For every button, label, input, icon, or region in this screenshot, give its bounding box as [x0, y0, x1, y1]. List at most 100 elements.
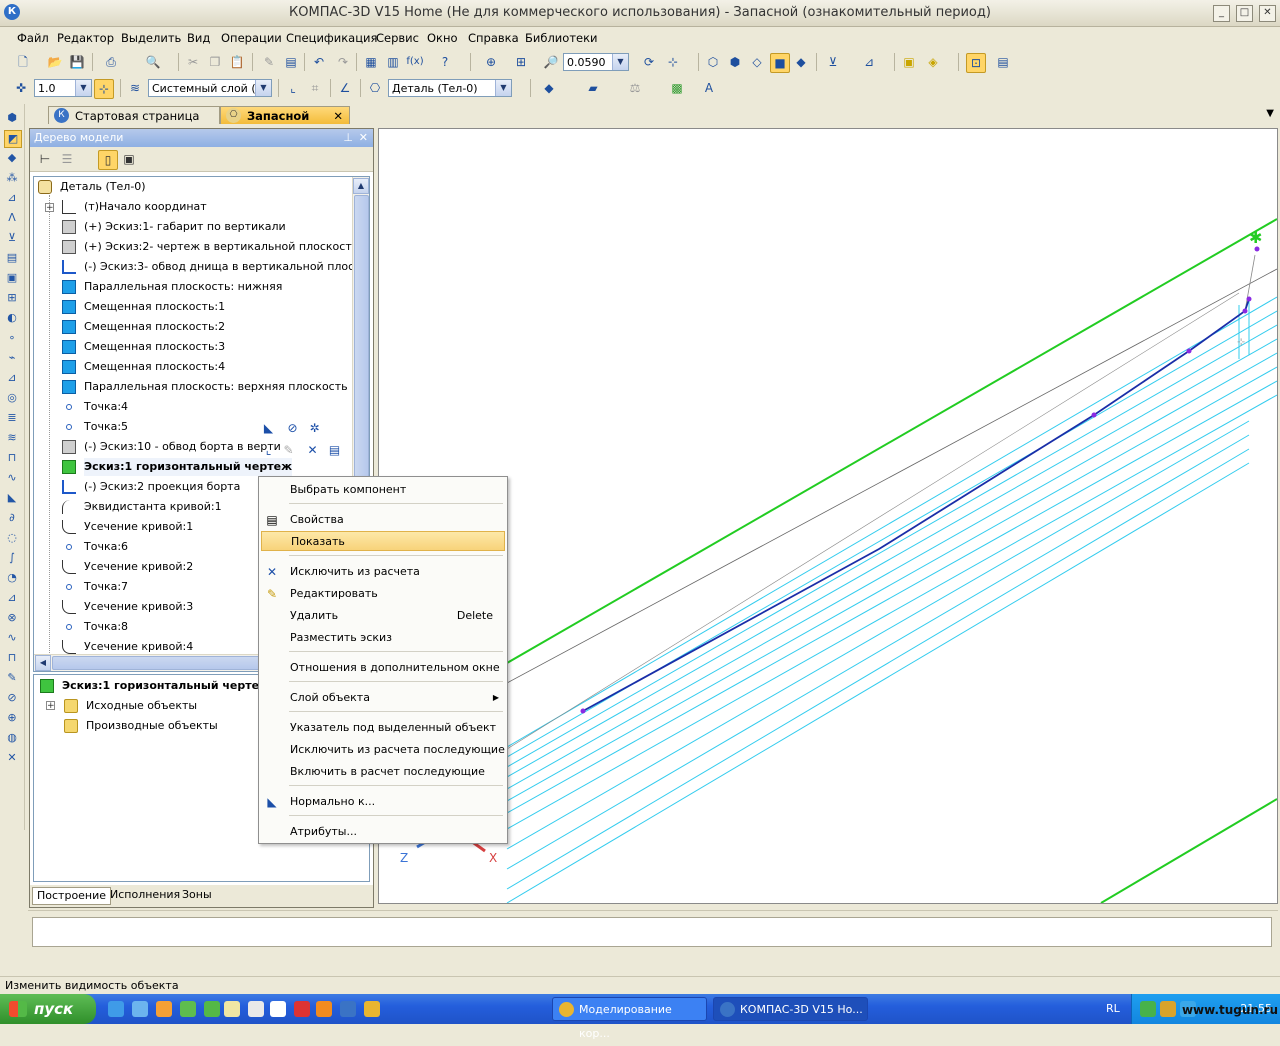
blender-icon[interactable]: [316, 1001, 332, 1017]
menu-operations[interactable]: Операции: [221, 31, 282, 45]
zoom-fit-icon[interactable]: ⊞: [512, 53, 530, 71]
menu-item-exclude[interactable]: ✕ Исключить из расчета: [261, 562, 505, 582]
thin-lines-icon[interactable]: ◇: [748, 53, 766, 71]
compact-tool-7-icon[interactable]: ⊻: [4, 230, 20, 246]
mcx-icon[interactable]: ▩: [668, 79, 686, 97]
window-icon[interactable]: [248, 1001, 264, 1017]
color-icon[interactable]: ◆: [540, 79, 558, 97]
shaded-edges-icon[interactable]: ◆: [792, 53, 810, 71]
chevron-down-icon[interactable]: ▼: [75, 80, 91, 96]
save-icon[interactable]: 💾: [68, 53, 86, 71]
tab-zapasnoy[interactable]: ⎔ Запасной ✕: [220, 106, 350, 124]
tab-construction[interactable]: Построение: [32, 887, 112, 905]
compact-tool-22-icon[interactable]: ◌: [4, 530, 20, 546]
tree-item[interactable]: Смещенная плоскость:3: [62, 338, 352, 356]
edit-sketch-icon[interactable]: ⌞: [260, 442, 277, 459]
part-icon[interactable]: ⎔: [366, 79, 384, 97]
menu-item-properties[interactable]: ▤ Свойства: [261, 510, 505, 530]
compact-tool-10-icon[interactable]: ⊞: [4, 290, 20, 306]
compact-tool-9-icon[interactable]: ▣: [4, 270, 20, 286]
compact-tool-20-icon[interactable]: ◣: [4, 490, 20, 506]
tree-window-icon[interactable]: ▣: [120, 150, 138, 168]
section-icon[interactable]: ⊿: [860, 53, 878, 71]
tabs-menu-icon[interactable]: ▼: [1266, 108, 1274, 119]
cube-view-icon[interactable]: ◈: [924, 53, 942, 71]
open-folder-icon[interactable]: 📂: [46, 53, 64, 71]
tray-icon[interactable]: [1160, 1001, 1176, 1017]
task-kompas-window[interactable]: КОМПАС-3D V15 Ho...: [713, 997, 868, 1021]
wireframe-icon[interactable]: ⬡: [704, 53, 722, 71]
compact-tool-3-icon[interactable]: ◆: [4, 150, 20, 166]
compact-tool-26-icon[interactable]: ⊗: [4, 610, 20, 626]
snap-icon[interactable]: ✜: [12, 79, 30, 97]
tray-icon[interactable]: [1140, 1001, 1156, 1017]
tab-zones[interactable]: Зоны: [178, 887, 216, 903]
tree-view-mode-icon[interactable]: ▯: [98, 150, 118, 170]
media-icon[interactable]: [270, 1001, 286, 1017]
start-button[interactable]: пуск: [0, 994, 96, 1024]
properties-area[interactable]: [32, 917, 1272, 947]
compact-tool-12-icon[interactable]: ∘: [4, 330, 20, 346]
compact-tool-14-icon[interactable]: ⊿: [4, 370, 20, 386]
tree-item[interactable]: (+) Эскиз:2- чертеж в вертикальной плоск…: [62, 238, 359, 256]
compact-tool-16-icon[interactable]: ≣: [4, 410, 20, 426]
line-scale-combo[interactable]: 1.0 ▼: [34, 79, 92, 97]
tree-list-icon[interactable]: ☰: [58, 150, 76, 168]
compact-tool-13-icon[interactable]: ⌁: [4, 350, 20, 366]
compact-tool-2-icon[interactable]: ◩: [4, 130, 22, 148]
compact-tool-19-icon[interactable]: ∿: [4, 470, 20, 486]
orientation-icon[interactable]: ⊹: [664, 53, 682, 71]
zoom-combo[interactable]: 0.0590 ▼: [563, 53, 629, 71]
compact-tool-18-icon[interactable]: ⊓: [4, 450, 20, 466]
expand-icon[interactable]: +: [45, 203, 54, 213]
copy-icon[interactable]: ❐: [206, 53, 224, 71]
tab-start-page[interactable]: К Стартовая страница: [48, 106, 220, 124]
exclude-icon[interactable]: ✕: [304, 442, 321, 459]
measure-icon[interactable]: ∠: [336, 79, 354, 97]
kompas-icon[interactable]: [340, 1001, 356, 1017]
grid-snap-icon[interactable]: ⊹: [94, 79, 114, 99]
help-pointer-icon[interactable]: ?: [436, 53, 454, 71]
tree-item[interactable]: Параллельная плоскость: верхняя плоскост…: [62, 378, 352, 396]
layers-icon[interactable]: ≋: [126, 79, 144, 97]
menu-item-relations[interactable]: Отношения в дополнительном окне: [261, 658, 505, 678]
tab-executions[interactable]: Исполнения: [106, 887, 184, 903]
menu-item-delete[interactable]: Удалить Delete: [261, 606, 505, 626]
tree-item[interactable]: Смещенная плоскость:1: [62, 298, 352, 316]
chevron-down-icon[interactable]: ▼: [255, 80, 271, 96]
redo-icon[interactable]: ↷: [334, 53, 352, 71]
close-tab-icon[interactable]: ✕: [333, 107, 343, 125]
menu-item-include-following[interactable]: Включить в расчет последующие: [261, 762, 505, 782]
menu-item-attributes[interactable]: Атрибуты...: [261, 822, 505, 842]
menu-item-exclude-following[interactable]: Исключить из расчета последующие: [261, 740, 505, 760]
menu-specification[interactable]: Спецификация: [286, 31, 377, 45]
show-hide-icon[interactable]: ✲: [306, 420, 323, 437]
text-icon[interactable]: A: [700, 79, 718, 97]
properties-icon[interactable]: ▤: [326, 442, 343, 459]
hidden-lines-icon[interactable]: ⬢: [726, 53, 744, 71]
compact-tool-23-icon[interactable]: ∫: [4, 550, 20, 566]
compact-tool-8-icon[interactable]: ▤: [4, 250, 20, 266]
new-document-icon[interactable]: 🗋: [14, 53, 32, 71]
tree-item[interactable]: Точка:4: [62, 398, 352, 416]
app-icon[interactable]: [204, 1001, 220, 1017]
cube-yellow-icon[interactable]: ▣: [900, 53, 918, 71]
tree-item[interactable]: (т)Начало координат: [62, 198, 352, 216]
ie-icon[interactable]: [108, 1001, 124, 1017]
select-mode-icon[interactable]: ⊡: [966, 53, 986, 73]
shaded-icon[interactable]: ■: [770, 53, 790, 73]
chevron-down-icon[interactable]: ▼: [612, 54, 628, 70]
menu-select[interactable]: Выделить: [121, 31, 181, 45]
sketch-icon[interactable]: ⌞: [284, 79, 302, 97]
menu-item-show[interactable]: Показать: [261, 531, 505, 551]
variables-icon[interactable]: ▥: [384, 53, 402, 71]
tree-item[interactable]: Смещенная плоскость:2: [62, 318, 352, 336]
messenger-icon[interactable]: [132, 1001, 148, 1017]
menu-item-pointer[interactable]: Указатель под выделенный объект: [261, 718, 505, 738]
menu-libraries[interactable]: Библиотеки: [525, 31, 598, 45]
compact-tool-25-icon[interactable]: ⊿: [4, 590, 20, 606]
zoom-to-object-icon[interactable]: ⊘: [284, 420, 301, 437]
menu-window[interactable]: Окно: [427, 31, 458, 45]
notes-icon[interactable]: [224, 1001, 240, 1017]
tree-item[interactable]: Деталь (Тел-0): [38, 178, 352, 196]
